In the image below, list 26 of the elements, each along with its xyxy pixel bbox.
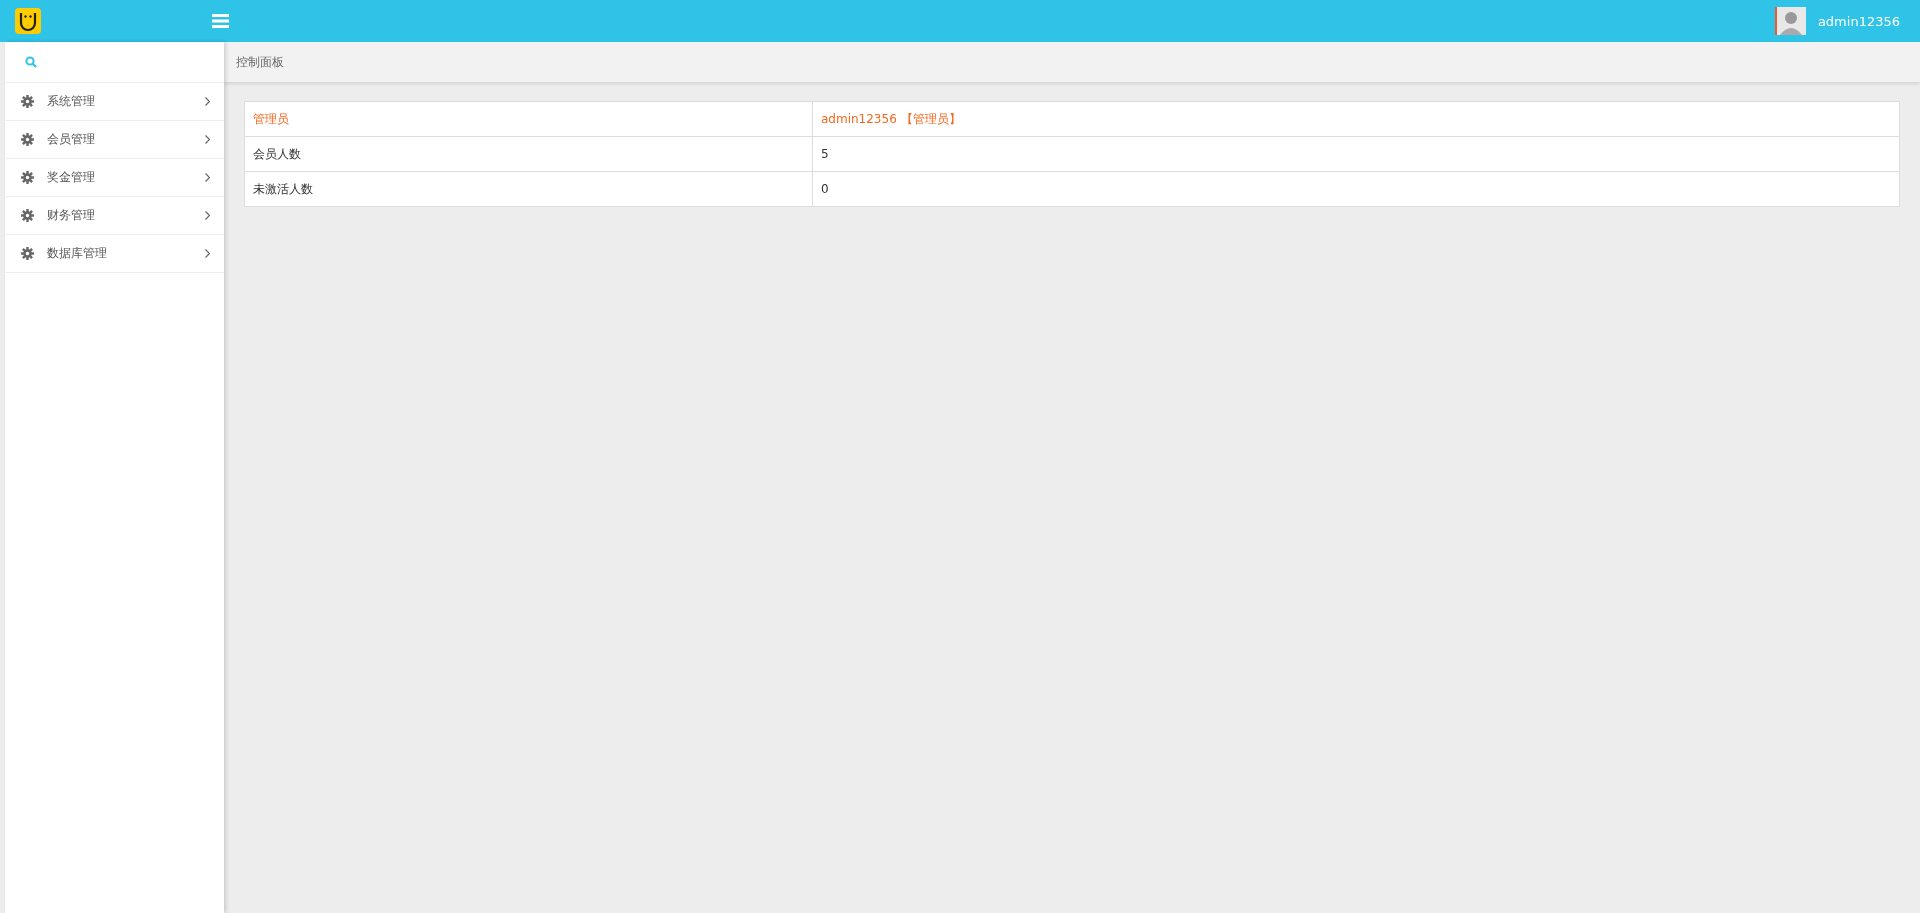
smiley-logo-icon bbox=[15, 8, 41, 34]
sidebar-item[interactable]: 财务管理 bbox=[5, 197, 224, 235]
table-cell: admin12356 【管理员】 bbox=[812, 101, 1900, 137]
table-cell: 5 bbox=[812, 136, 1900, 172]
table-cell: 会员人数 bbox=[244, 136, 813, 172]
menu-icon[interactable] bbox=[212, 14, 229, 28]
sidebar-item[interactable]: 系统管理 bbox=[5, 83, 224, 121]
sidebar-item[interactable]: 数据库管理 bbox=[5, 235, 224, 273]
chevron-right-icon bbox=[205, 135, 210, 144]
gear-icon bbox=[21, 133, 34, 146]
search-icon[interactable] bbox=[25, 56, 37, 68]
sidebar-item[interactable]: 会员管理 bbox=[5, 121, 224, 159]
gear-icon bbox=[21, 247, 34, 260]
gear-icon bbox=[21, 171, 34, 184]
chevron-right-icon bbox=[205, 97, 210, 106]
chevron-right-icon bbox=[205, 211, 210, 220]
chevron-right-icon bbox=[205, 249, 210, 258]
avatar-icon[interactable] bbox=[1774, 7, 1806, 35]
sidebar-item[interactable]: 奖金管理 bbox=[5, 159, 224, 197]
gear-icon bbox=[21, 209, 34, 222]
gear-icon bbox=[21, 95, 34, 108]
table-cell: 未激活人数 bbox=[244, 171, 813, 207]
table-cell: 管理员 bbox=[244, 101, 813, 137]
breadcrumb-title: 控制面板 bbox=[236, 53, 284, 71]
table-cell: 0 bbox=[812, 171, 1900, 207]
chevron-right-icon bbox=[205, 173, 210, 182]
